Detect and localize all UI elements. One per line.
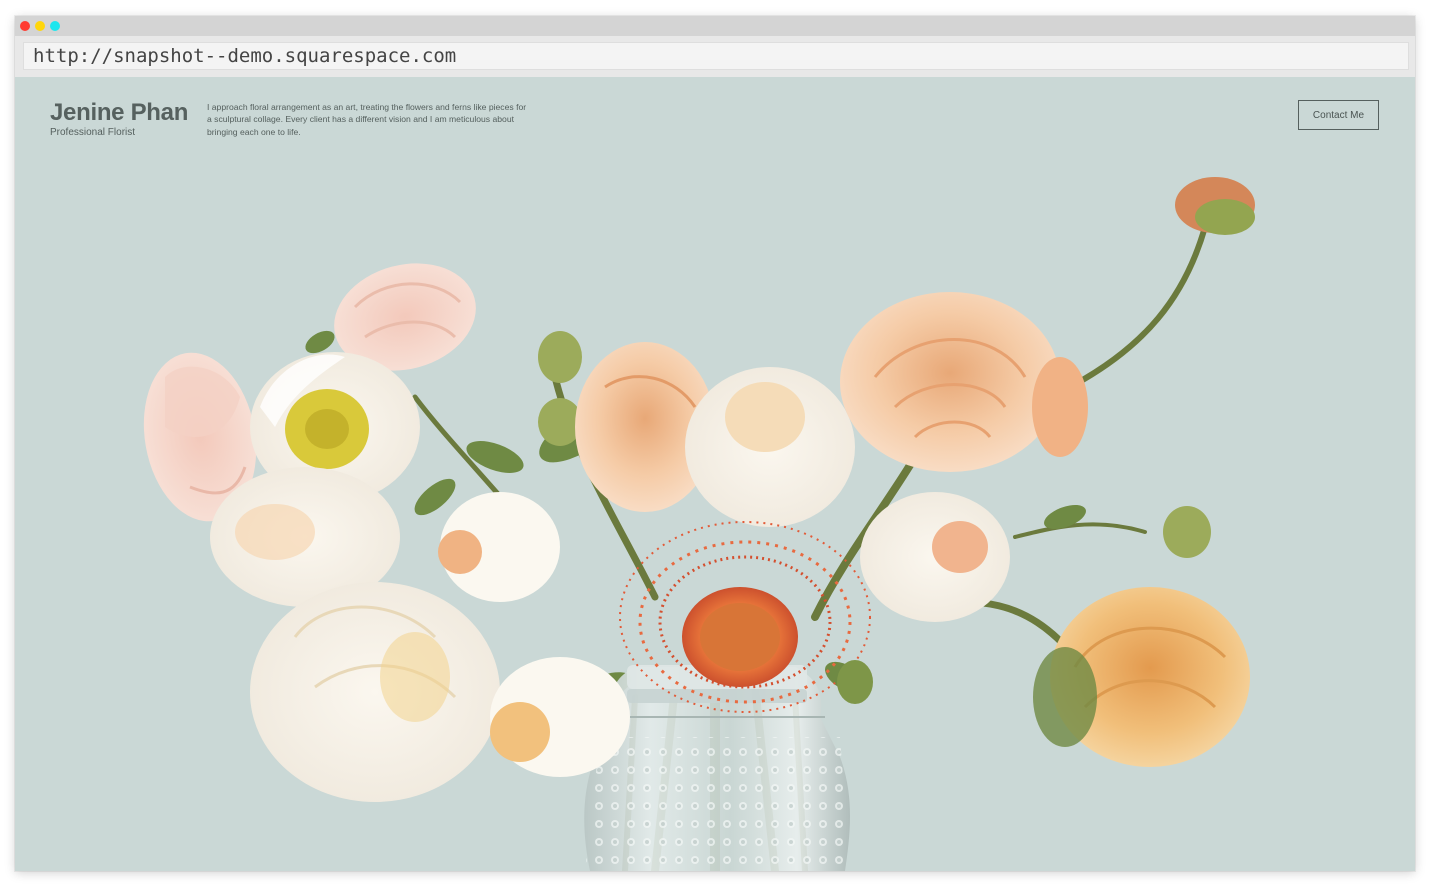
contact-me-button[interactable]: Contact Me xyxy=(1298,100,1379,130)
bouquet-in-glass-jar-icon xyxy=(143,177,1255,871)
title-bar xyxy=(15,16,1415,36)
close-window-icon[interactable] xyxy=(20,21,30,31)
zoom-window-icon[interactable] xyxy=(50,21,60,31)
address-bar[interactable]: http://snapshot--demo.squarespace.com xyxy=(23,42,1409,70)
minimize-window-icon[interactable] xyxy=(35,21,45,31)
address-bar-container: http://snapshot--demo.squarespace.com xyxy=(15,36,1415,77)
intro-paragraph: I approach floral arrangement as an art,… xyxy=(207,102,527,137)
site-title[interactable]: Jenine Phan xyxy=(50,99,188,127)
site-tagline: Professional Florist xyxy=(50,127,136,138)
browser-window: http://snapshot--demo.squarespace.com Je… xyxy=(15,16,1415,871)
website-page: Jenine Phan Professional Florist I appro… xyxy=(15,77,1415,871)
